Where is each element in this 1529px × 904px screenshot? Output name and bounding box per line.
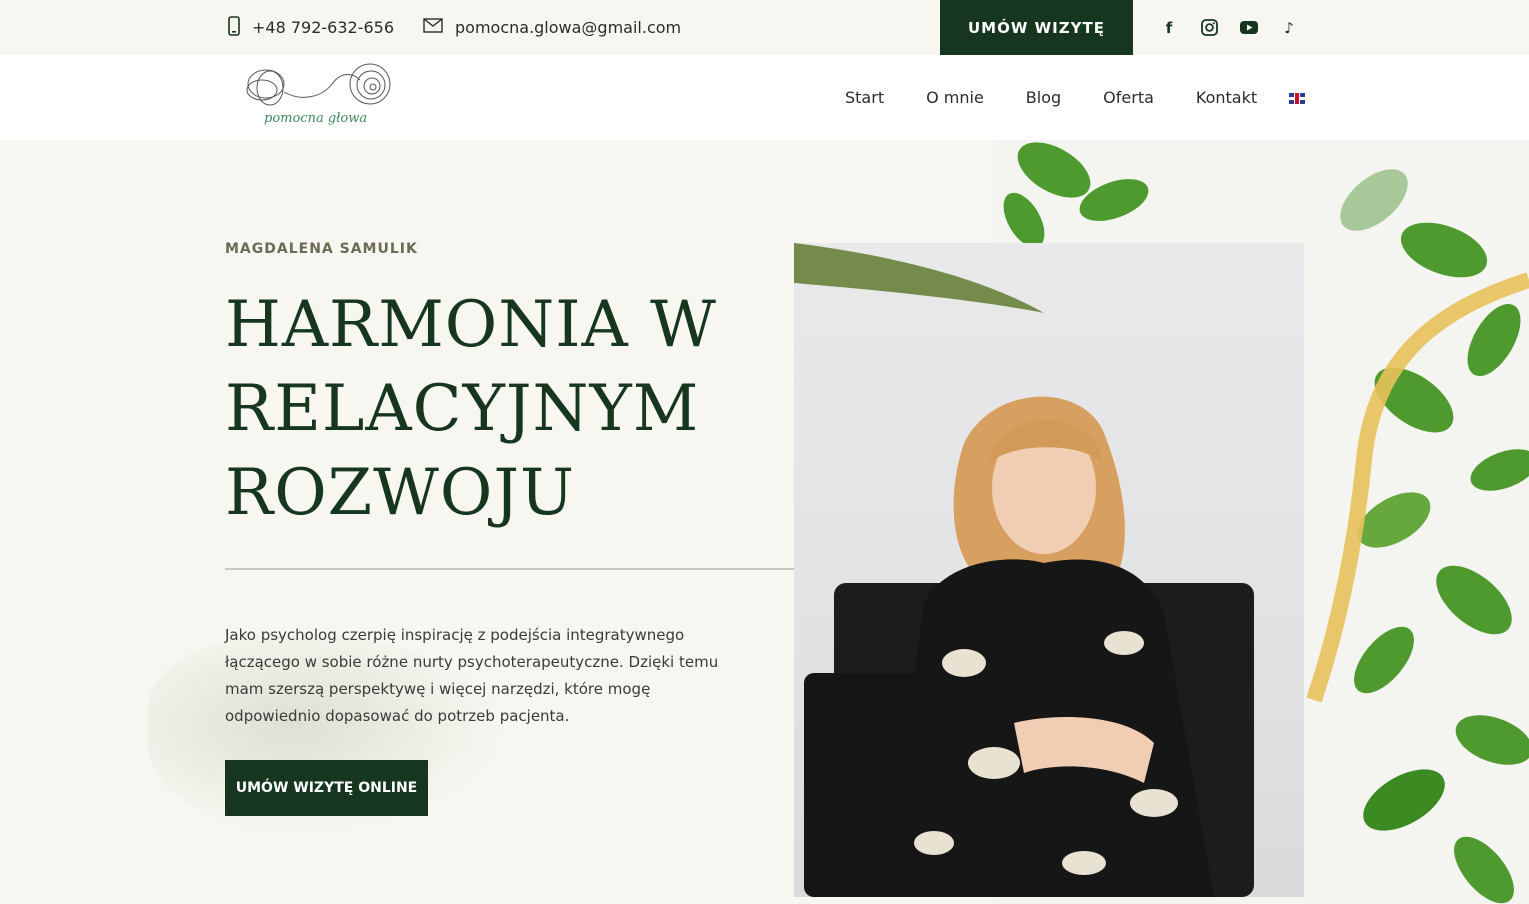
tiktok-icon[interactable]: ♪ (1278, 17, 1300, 39)
nav-contact[interactable]: Kontakt (1196, 88, 1257, 107)
hero-description: Jako psycholog czerpię inspirację z pode… (225, 626, 719, 725)
email-contact[interactable]: pomocna.glowa@gmail.com (423, 0, 681, 55)
facebook-icon[interactable]: f (1158, 17, 1180, 39)
instagram-icon[interactable] (1198, 17, 1220, 39)
author-name: MAGDALENA SAMULIK (225, 241, 418, 257)
headline-line: HARMONIA W (225, 288, 717, 362)
phone-number: +48 792-632-656 (252, 18, 395, 37)
headline-line: RELACYJNYM (225, 372, 700, 446)
phone-icon (228, 15, 240, 40)
nav-blog[interactable]: Blog (1026, 88, 1061, 107)
mail-icon (423, 18, 443, 37)
phone-contact[interactable]: +48 792-632-656 (228, 0, 394, 55)
english-flag-icon[interactable] (1289, 93, 1305, 104)
portrait-photo (794, 243, 1304, 897)
logo-text: pomocna głowa (264, 111, 367, 126)
main-header: pomocna głowa Start O mnie Blog Oferta K… (0, 55, 1529, 140)
logo[interactable]: pomocna głowa (242, 62, 394, 134)
youtube-icon[interactable] (1238, 17, 1260, 39)
nav-start[interactable]: Start (845, 88, 884, 107)
headline-line: ROZWOJU (225, 456, 575, 530)
hero-headline: HARMONIA W RELACYJNYM ROZWOJU (225, 283, 745, 535)
email-address: pomocna.glowa@gmail.com (455, 18, 682, 37)
main-navigation: Start O mnie Blog Oferta Kontakt (845, 55, 1299, 140)
portrait-illustration (794, 243, 1254, 897)
nav-offer[interactable]: Oferta (1103, 88, 1154, 107)
book-online-button[interactable]: UMÓW WIZYTĘ ONLINE (225, 760, 428, 816)
divider (225, 568, 857, 570)
top-bar: +48 792-632-656 pomocna.glowa@gmail.com … (0, 0, 1529, 55)
social-links: f ♪ (1158, 0, 1300, 55)
nav-about[interactable]: O mnie (926, 88, 984, 107)
book-visit-button[interactable]: UMÓW WIZYTĘ (940, 0, 1133, 55)
